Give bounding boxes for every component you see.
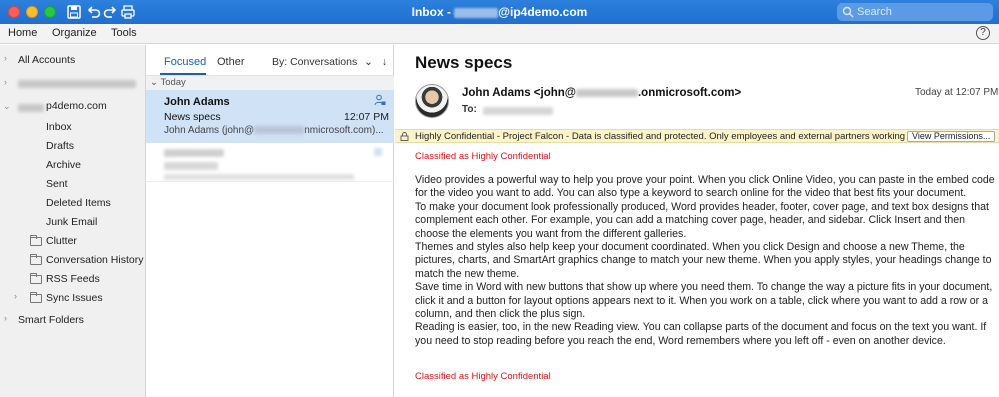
chevron-right-icon[interactable]: › xyxy=(14,291,17,301)
folder-icon xyxy=(30,273,42,284)
title-bar: Inbox - @ip4demo.com Search xyxy=(0,0,999,24)
sidebar-item-all-accounts[interactable]: All Accounts xyxy=(18,54,75,66)
sidebar-item-junk-email[interactable]: Junk Email xyxy=(46,216,97,228)
window-title-suffix: @ip4demo.com xyxy=(498,5,588,19)
message-list: Focused Other By: Conversations ⌄ ↓ ⌄ To… xyxy=(146,45,394,397)
preview-prefix: John Adams (john@ xyxy=(164,125,255,136)
blurred-line xyxy=(164,149,224,157)
redacted-account-name[interactable] xyxy=(18,80,136,88)
chevron-down-icon[interactable]: ⌄ xyxy=(3,101,11,112)
sort-label: By: Conversations xyxy=(272,56,358,68)
redacted-email xyxy=(254,126,305,135)
search-input[interactable]: Search xyxy=(837,3,993,21)
help-icon[interactable]: ? xyxy=(976,26,990,40)
message-from: John Adams xyxy=(164,96,230,108)
chevron-down-icon: ⌄ xyxy=(364,56,373,68)
sender-prefix: John Adams <john@ xyxy=(462,87,576,99)
sidebar-item-conversation-history[interactable]: Conversation History xyxy=(46,254,143,266)
sort-dropdown[interactable]: By: Conversations ⌄ ↓ xyxy=(272,56,387,68)
email-subject: News specs xyxy=(415,53,513,72)
view-permissions-button[interactable]: View Permissions... xyxy=(907,131,996,142)
window-title-prefix: Inbox - xyxy=(411,5,455,19)
folder-sidebar: › All Accounts › ⌄ p4demo.com Inbox Draf… xyxy=(0,45,146,397)
avatar[interactable] xyxy=(415,84,449,118)
classification-label-bottom: Classified as Highly Confidential xyxy=(415,371,551,382)
sidebar-item-drafts[interactable]: Drafts xyxy=(46,140,74,152)
search-placeholder: Search xyxy=(857,6,892,18)
tab-focused[interactable]: Focused xyxy=(164,56,206,68)
folder-icon xyxy=(30,292,42,303)
menu-home[interactable]: Home xyxy=(8,27,37,39)
sidebar-account-label[interactable]: p4demo.com xyxy=(46,100,107,112)
sender-suffix: .onmicrosoft.com> xyxy=(637,87,742,99)
blurred-icon xyxy=(374,148,382,156)
sensitivity-banner: Highly Confidential - Project Falcon - D… xyxy=(395,129,999,143)
lock-icon xyxy=(400,132,409,141)
body-paragraph: To make your document look professionall… xyxy=(415,200,989,240)
sidebar-item-deleted-items[interactable]: Deleted Items xyxy=(46,197,111,209)
chevron-right-icon[interactable]: › xyxy=(4,77,7,87)
tab-other[interactable]: Other xyxy=(217,56,245,68)
blurred-line xyxy=(164,162,218,170)
message-subject: News specs xyxy=(164,111,221,123)
folder-icon xyxy=(30,254,42,265)
body-paragraph: Reading is easier, too, in the new Readi… xyxy=(415,321,987,347)
classification-label-top: Classified as Highly Confidential xyxy=(415,151,551,162)
user-lock-icon xyxy=(374,94,386,106)
chevron-right-icon[interactable]: › xyxy=(4,53,7,63)
banner-text: Highly Confidential - Project Falcon - D… xyxy=(415,131,921,142)
reading-pane: News specs John Adams <john@ .onmicrosoft… xyxy=(395,45,999,397)
preview-suffix: nmicrosoft.com)... xyxy=(304,125,384,136)
menu-tools[interactable]: Tools xyxy=(111,27,137,39)
blurred-line xyxy=(164,174,354,180)
body-paragraph: Save time in Word with new buttons that … xyxy=(415,281,993,321)
menu-organize[interactable]: Organize xyxy=(52,27,97,39)
redacted-domain xyxy=(575,88,638,97)
folder-icon xyxy=(30,235,42,246)
sidebar-item-inbox[interactable]: Inbox xyxy=(46,121,72,133)
group-header[interactable]: ⌄ Today xyxy=(146,76,394,90)
sidebar-item-clutter[interactable]: Clutter xyxy=(46,235,77,247)
sidebar-item-rss-feeds[interactable]: RSS Feeds xyxy=(46,273,100,285)
sidebar-item-sent[interactable]: Sent xyxy=(46,178,68,190)
sidebar-item-smart-folders[interactable]: Smart Folders xyxy=(18,314,84,326)
body-paragraph: Themes and styles also help keep your do… xyxy=(415,241,992,280)
sidebar-item-sync-issues[interactable]: Sync Issues xyxy=(46,292,103,304)
message-time: 12:07 PM xyxy=(344,111,389,123)
menu-bar: Home Organize Tools ? xyxy=(0,24,999,44)
search-icon xyxy=(842,6,854,18)
sidebar-item-archive[interactable]: Archive xyxy=(46,159,81,171)
chevron-down-icon: ⌄ xyxy=(150,77,161,88)
email-sender[interactable]: John Adams <john@ .onmicrosoft.com> xyxy=(462,87,741,99)
chevron-right-icon[interactable]: › xyxy=(4,313,7,323)
body-paragraph: Video provides a powerful way to help yo… xyxy=(415,174,995,200)
redacted-recipient[interactable] xyxy=(483,107,553,115)
email-body: Video provides a powerful way to help yo… xyxy=(415,174,997,348)
email-timestamp: Today at 12:07 PM xyxy=(915,87,999,98)
to-label: To: xyxy=(462,104,477,115)
sort-arrow-icon[interactable]: ↓ xyxy=(382,56,387,68)
redacted-title-part xyxy=(454,7,499,18)
message-preview: John Adams (john@ nmicrosoft.com)... xyxy=(164,125,384,136)
group-label: Today xyxy=(160,77,186,88)
redacted-account-prefix xyxy=(18,104,44,112)
message-item-blurred[interactable] xyxy=(146,144,394,182)
